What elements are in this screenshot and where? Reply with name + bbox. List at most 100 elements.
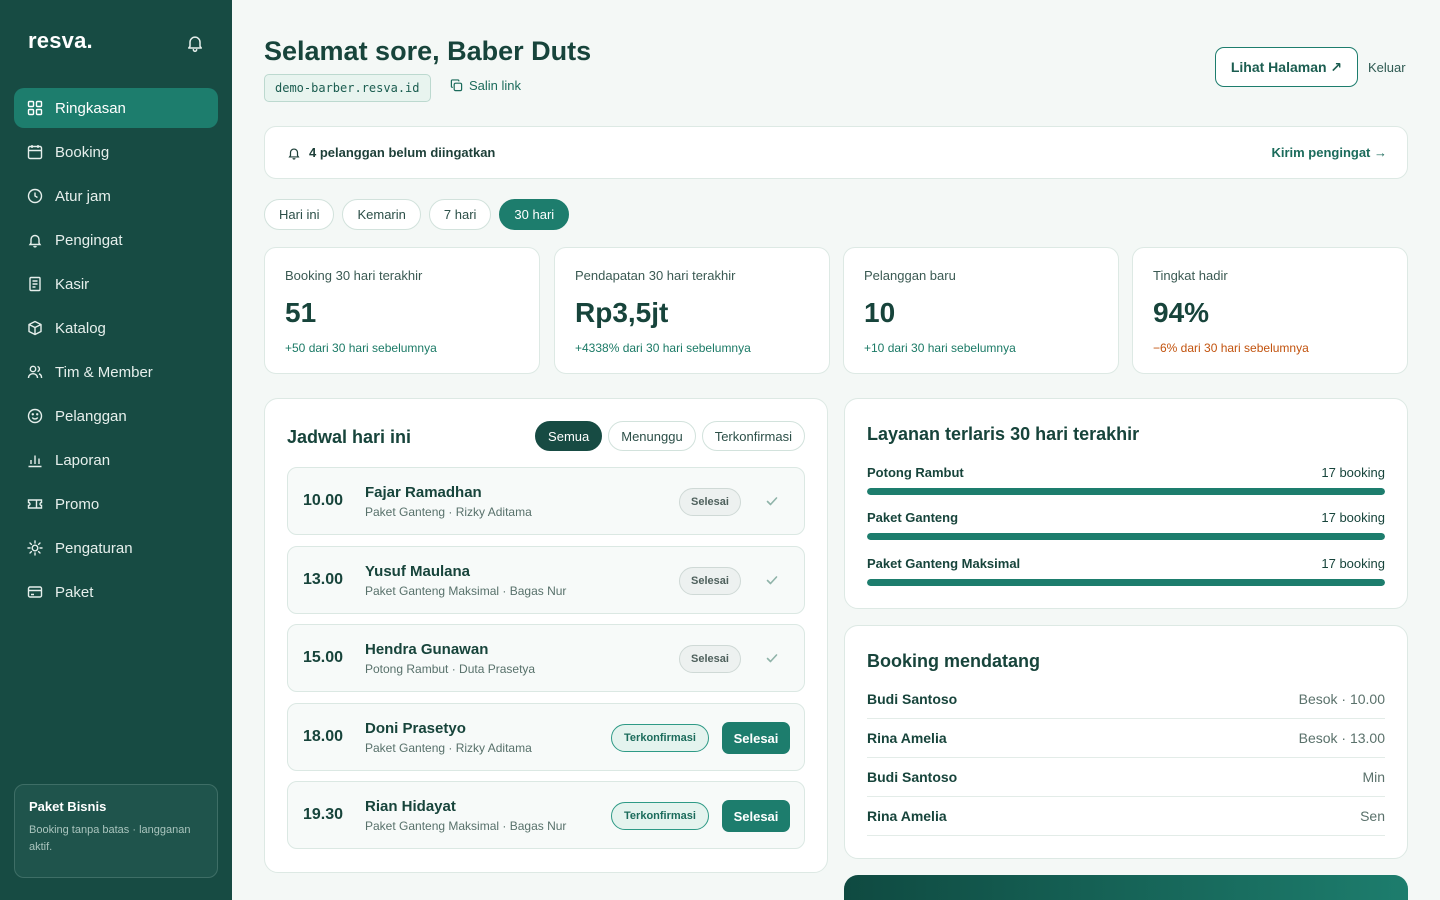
reminder-text: 4 pelanggan belum diingatkan	[287, 145, 495, 160]
notification-bell-icon[interactable]	[185, 33, 205, 53]
logout-link[interactable]: Keluar	[1368, 60, 1406, 75]
tab-menunggu[interactable]: Menunggu	[608, 421, 696, 451]
sidebar-item-tim-member[interactable]: Tim & Member	[14, 352, 218, 392]
upcoming-bookings-card: Booking mendatang Budi Santoso Besok · 1…	[844, 625, 1408, 859]
sidebar-item-pelanggan[interactable]: Pelanggan	[14, 396, 218, 436]
promo-card-partial	[844, 875, 1408, 900]
mark-done-button[interactable]: Selesai	[722, 800, 790, 832]
appointment-row[interactable]: 19.30 Rian Hidayat Paket Ganteng Maksima…	[287, 781, 805, 849]
sidebar-item-label: Pengingat	[55, 231, 123, 249]
stat-card-revenue: Pendapatan 30 hari terakhir Rp3,5jt +433…	[554, 247, 830, 374]
mark-done-button[interactable]: Selesai	[722, 722, 790, 754]
sidebar-item-label: Kasir	[55, 275, 90, 293]
filter-30-hari[interactable]: 30 hari	[499, 199, 570, 230]
copy-link-label: Salin link	[469, 78, 522, 93]
filter-7-hari[interactable]: 7 hari	[428, 199, 492, 230]
upcoming-row[interactable]: Rina Amelia Sen	[867, 796, 1385, 836]
bell-icon	[28, 234, 42, 248]
clock-icon	[27, 188, 43, 204]
sidebar-item-atur-jam[interactable]: Atur jam	[14, 176, 218, 216]
sidebar-item-katalog[interactable]: Katalog	[14, 308, 218, 348]
sidebar-item-booking[interactable]: Booking	[14, 132, 218, 172]
sidebar-item-paket[interactable]: Paket	[14, 572, 218, 612]
stat-card-booking: Booking 30 hari terakhir 51 +50 dari 30 …	[264, 247, 540, 374]
main-content: Selamat sore, Baber Duts demo-barber.res…	[232, 0, 1440, 900]
upcoming-row[interactable]: Rina Amelia Besok · 13.00	[867, 718, 1385, 758]
filter-hari-ini[interactable]: Hari ini	[264, 199, 335, 230]
tab-terkonfirmasi[interactable]: Terkonfirmasi	[701, 421, 805, 451]
upcoming-customer: Budi Santoso	[867, 768, 958, 785]
sidebar: resva. Ringkasan Booking Atur jam Pengin…	[0, 0, 232, 900]
sidebar-item-label: Laporan	[55, 451, 111, 469]
check-icon	[766, 576, 778, 585]
filter-kemarin[interactable]: Kemarin	[342, 199, 421, 230]
appointment-row[interactable]: 10.00 Fajar Ramadhan Paket Ganteng · Riz…	[287, 467, 805, 535]
sidebar-item-label: Katalog	[55, 319, 106, 337]
bar-chart-icon	[28, 455, 42, 468]
service-bar-fill	[867, 488, 1385, 495]
domain-chip: demo-barber.resva.id	[264, 74, 431, 102]
box-icon	[28, 320, 42, 336]
view-page-button[interactable]: Lihat Halaman ↗	[1215, 47, 1358, 87]
stat-value: Rp3,5jt	[575, 297, 669, 328]
service-count: 17 booking	[1321, 510, 1385, 525]
upcoming-row[interactable]: Budi Santoso Besok · 10.00	[867, 679, 1385, 719]
appointment-row[interactable]: 13.00 Yusuf Maulana Paket Ganteng Maksim…	[287, 546, 805, 614]
stat-value: 94%	[1153, 297, 1210, 328]
sidebar-item-label: Booking	[55, 143, 110, 161]
service-item: Potong Rambut 17 booking	[867, 465, 1385, 495]
sidebar-item-pengingat[interactable]: Pengingat	[14, 220, 218, 260]
stats-row: Booking 30 hari terakhir 51 +50 dari 30 …	[264, 247, 1408, 374]
stat-value: 51	[285, 297, 317, 328]
sidebar-item-pengaturan[interactable]: Pengaturan	[14, 528, 218, 568]
plan-desc: Booking tanpa batas · langganan aktif.	[29, 824, 191, 853]
top-services-card: Layanan terlaris 30 hari terakhir Potong…	[844, 398, 1408, 609]
sidebar-item-label: Paket	[55, 583, 94, 601]
upcoming-time: Besok · 10.00	[1298, 690, 1385, 707]
sidebar-item-label: Tim & Member	[55, 363, 153, 381]
sidebar-nav: Ringkasan Booking Atur jam Pengingat Kas…	[14, 88, 218, 616]
upcoming-row[interactable]: Budi Santoso Min	[867, 757, 1385, 797]
sidebar-item-label: Pengaturan	[55, 539, 133, 557]
appointment-row[interactable]: 18.00 Doni Prasetyo Paket Ganteng · Rizk…	[287, 703, 805, 771]
appointment-row[interactable]: 15.00 Hendra Gunawan Potong Rambut · Dut…	[287, 624, 805, 692]
appointment-customer: Yusuf Maulana	[365, 563, 471, 580]
upcoming-customer: Rina Amelia	[867, 807, 947, 824]
sidebar-item-promo[interactable]: Promo	[14, 484, 218, 524]
upcoming-time: Besok · 13.00	[1298, 729, 1385, 746]
upcoming-customer: Rina Amelia	[867, 729, 947, 746]
smile-icon	[27, 408, 43, 424]
appointment-customer: Hendra Gunawan	[365, 641, 489, 658]
sidebar-item-ringkasan[interactable]: Ringkasan	[14, 88, 218, 128]
ticket-icon	[27, 499, 43, 509]
copy-link-button[interactable]: Salin link	[450, 78, 521, 93]
brand-logo[interactable]: resva.	[28, 28, 93, 54]
service-bar-fill	[867, 579, 1385, 586]
period-filters: Hari ini Kemarin 7 hari 30 hari	[264, 199, 577, 230]
service-count: 17 booking	[1321, 465, 1385, 480]
calendar-icon	[27, 145, 43, 160]
upcoming-title: Booking mendatang	[867, 651, 1041, 671]
stat-value: 10	[864, 297, 896, 328]
appointment-detail: Paket Ganteng Maksimal · Bagas Nur	[365, 584, 567, 598]
upcoming-time: Sen	[1360, 807, 1385, 824]
upcoming-customer: Budi Santoso	[867, 690, 958, 707]
service-bar	[867, 533, 1385, 540]
sidebar-item-laporan[interactable]: Laporan	[14, 440, 218, 480]
stat-delta: +4338% dari 30 hari sebelumnya	[575, 341, 751, 355]
plan-card[interactable]: Paket Bisnis Booking tanpa batas · langg…	[14, 784, 218, 878]
service-name: Potong Rambut	[867, 465, 964, 480]
service-bar	[867, 488, 1385, 495]
stat-delta: −6% dari 30 hari sebelumnya	[1153, 341, 1309, 355]
plan-title: Paket Bisnis	[29, 799, 107, 814]
schedule-card: Jadwal hari ini Semua Menunggu Terkonfir…	[264, 398, 828, 873]
send-reminder-button[interactable]: Kirim pengingat →	[1271, 145, 1387, 160]
grid-icon	[27, 100, 43, 116]
sidebar-item-kasir[interactable]: Kasir	[14, 264, 218, 304]
service-bar-fill	[867, 533, 1385, 540]
appointment-customer: Doni Prasetyo	[365, 720, 466, 737]
check-icon	[766, 497, 778, 506]
stat-card-attendance: Tingkat hadir 94% −6% dari 30 hari sebel…	[1132, 247, 1408, 374]
tab-semua[interactable]: Semua	[535, 421, 603, 451]
stat-label: Tingkat hadir	[1153, 268, 1228, 283]
